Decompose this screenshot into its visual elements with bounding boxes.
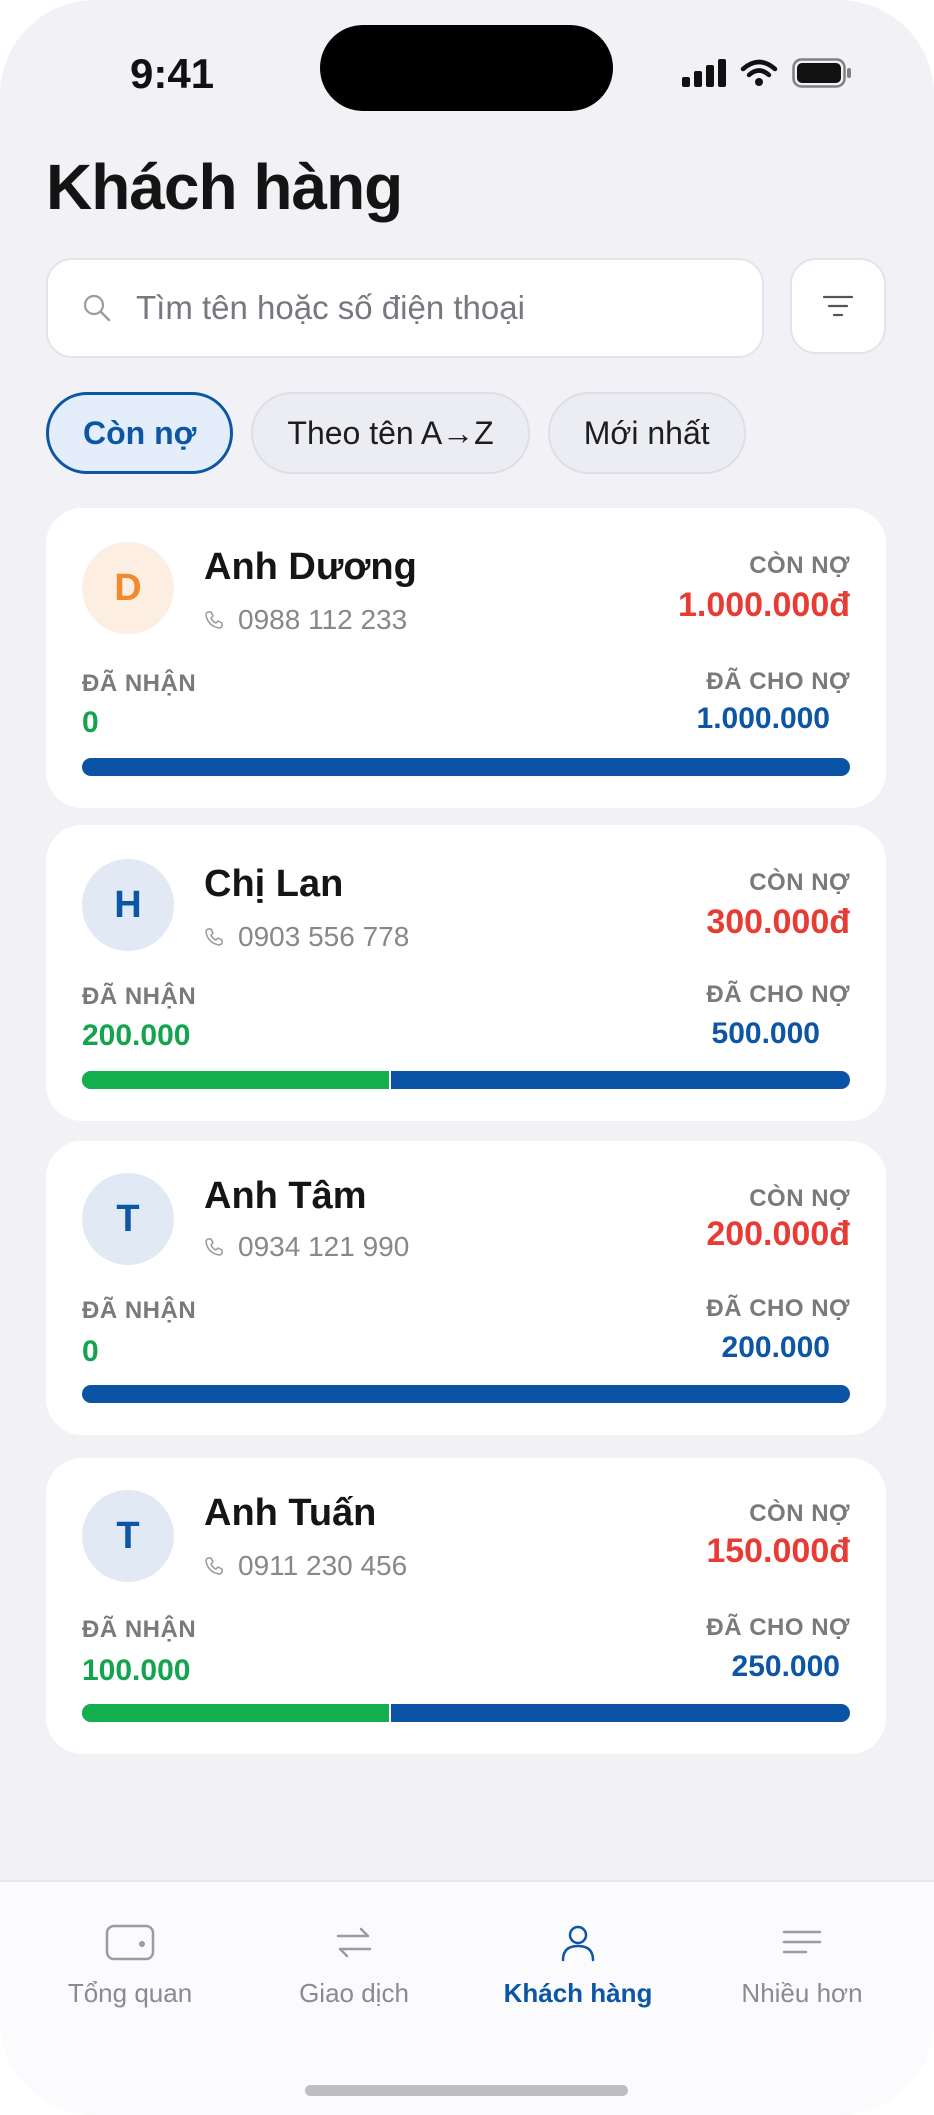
customer-card[interactable]: T Anh Tâm 0934 121 990 CÒN NỢ 200.000đ Đ… [46, 1141, 886, 1435]
received-label: ĐÃ NHẬN [82, 1297, 197, 1324]
repayment-progress [82, 1071, 850, 1089]
debt-label: CÒN NỢ [749, 1185, 850, 1212]
filter-chips: Còn nợ Theo tên A→Z Mới nhất [46, 392, 746, 474]
received-label: ĐÃ NHẬN [82, 983, 197, 1010]
customer-phone: 0911 230 456 [238, 1550, 408, 1581]
chip-newest[interactable]: Mới nhất [547, 392, 746, 474]
status-icons [682, 58, 852, 88]
home-indicator [305, 2085, 628, 2096]
search-box[interactable] [46, 258, 764, 358]
search-icon [83, 294, 111, 322]
lent-label: ĐÃ CHO NỢ [706, 981, 850, 1008]
customer-name: Chị Lan [204, 863, 344, 905]
customer-name: Anh Tuấn [204, 1492, 377, 1534]
chip-con-no[interactable]: Còn nợ [46, 392, 234, 474]
tab-label: Tổng quan [67, 1978, 193, 2008]
phone-icon [205, 928, 223, 946]
tab-transactions[interactable]: Giao dịch [254, 1922, 454, 2009]
phone-icon [205, 1557, 223, 1575]
debt-label: CÒN NỢ [749, 1500, 850, 1527]
tab-more[interactable]: Nhiều hơn [702, 1922, 902, 2009]
customer-card[interactable]: T Anh Tuấn 0911 230 456 CÒN NỢ 150.000đ … [46, 1458, 886, 1754]
search-input[interactable] [134, 288, 698, 328]
repayment-progress [82, 758, 850, 776]
wifi-icon [740, 59, 778, 86]
lent-amount: 200.000 [721, 1331, 830, 1364]
debt-amount: 1.000.000đ [677, 586, 850, 624]
lent-amount: 500.000 [711, 1017, 820, 1050]
battery-icon [792, 58, 851, 88]
tab-label: Khách hàng [503, 1978, 653, 2008]
phone-icon [205, 1238, 223, 1256]
page-title: Khách hàng [46, 151, 403, 223]
tab-label: Giao dịch [299, 1978, 409, 2008]
repayment-progress [82, 1704, 850, 1722]
customer-name: Anh Tâm [204, 1175, 367, 1217]
tab-overview[interactable]: Tổng quan [30, 1922, 230, 2009]
avatar: H [82, 859, 174, 951]
debt-amount: 300.000đ [706, 903, 850, 941]
lent-amount: 250.000 [731, 1650, 840, 1683]
avatar: T [82, 1490, 174, 1582]
received-amount: 0 [82, 706, 99, 739]
received-amount: 0 [82, 1335, 99, 1368]
lent-label: ĐÃ CHO NỢ [706, 1295, 850, 1322]
lent-label: ĐÃ CHO NỢ [706, 1614, 850, 1641]
lent-amount: 1.000.000 [696, 702, 830, 735]
chip-sort-name[interactable]: Theo tên A→Z [251, 392, 530, 474]
received-fill [82, 1704, 392, 1722]
customer-name: Anh Dương [204, 546, 417, 588]
wallet-icon [105, 1924, 155, 1961]
debt-amount: 150.000đ [706, 1532, 850, 1570]
phone-icon [205, 611, 223, 629]
filter-button[interactable] [790, 258, 886, 354]
debt-label: CÒN NỢ [749, 552, 850, 579]
customer-phone: 0988 112 233 [238, 604, 408, 635]
menu-icon [782, 1930, 822, 1954]
user-icon [561, 1925, 595, 1962]
filter-icon [822, 295, 854, 317]
repayment-progress [82, 1385, 850, 1403]
phone-screen: 9:41 Khách hàng Tìm tên hoặc số điện tho… [0, 0, 934, 2115]
lent-label: ĐÃ CHO NỢ [706, 668, 850, 695]
received-label: ĐÃ NHẬN [82, 1616, 197, 1643]
customer-phone: 0903 556 778 [238, 921, 410, 952]
tab-customers[interactable]: Khách hàng [478, 1922, 678, 2009]
transfer-icon [336, 1927, 372, 1958]
received-amount: 100.000 [82, 1654, 191, 1687]
avatar: T [82, 1173, 174, 1265]
debt-label: CÒN NỢ [749, 869, 850, 896]
avatar: D [82, 542, 174, 634]
received-amount: 200.000 [82, 1019, 191, 1052]
tab-bar: Tổng quan Giao dịch Khách hàng Nhiều hơn [0, 1880, 934, 2115]
customer-card[interactable]: D Anh Dương 0988 112 233 CÒN NỢ 1.000.00… [46, 508, 886, 808]
customer-phone: 0934 121 990 [238, 1231, 410, 1262]
received-label: ĐÃ NHẬN [82, 670, 197, 697]
received-fill [82, 1071, 392, 1089]
debt-amount: 200.000đ [706, 1215, 850, 1253]
customer-card[interactable]: H Chị Lan 0903 556 778 CÒN NỢ 300.000đ Đ… [46, 825, 886, 1121]
dynamic-island [320, 25, 613, 111]
tab-label: Nhiều hơn [741, 1978, 863, 2008]
status-time: 9:41 [130, 50, 215, 97]
signal-icon [682, 59, 726, 87]
